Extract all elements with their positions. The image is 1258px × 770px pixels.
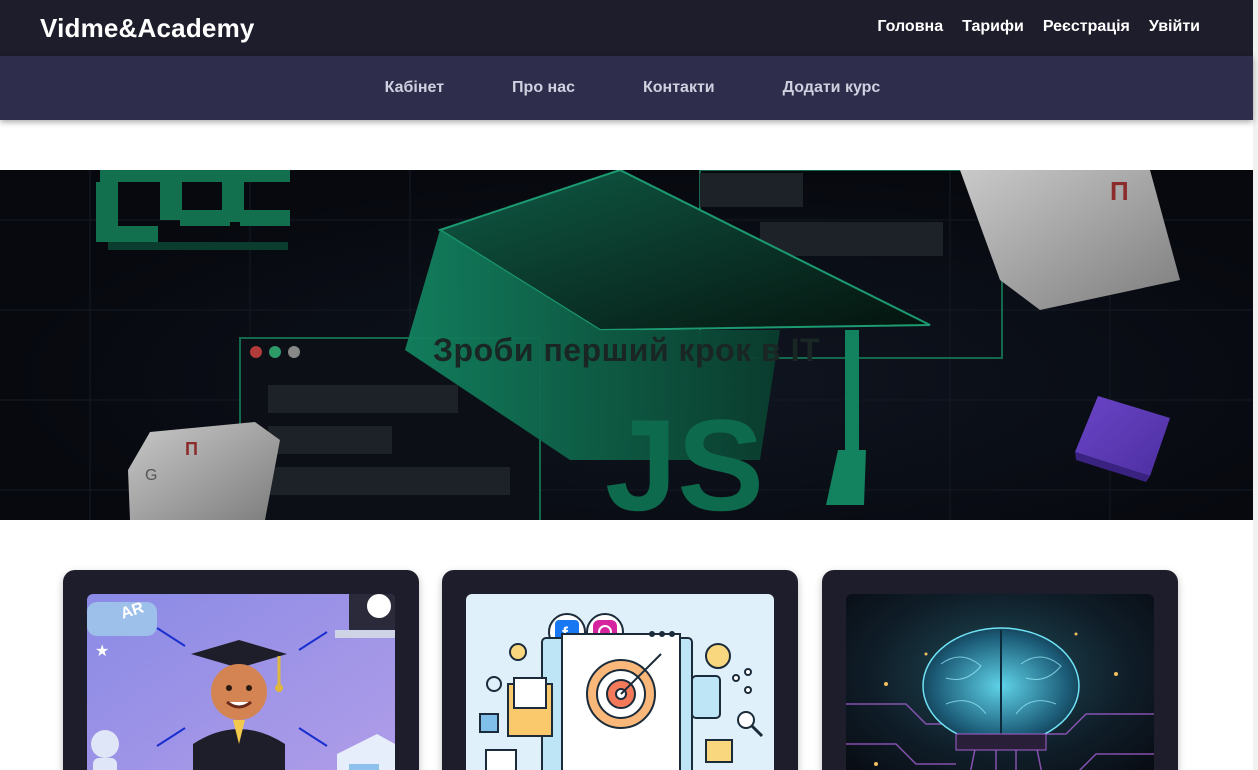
graduate-learning-illustration: AR ★ — [87, 594, 395, 770]
search-icon — [737, 711, 755, 729]
page-scrollbar[interactable] — [1253, 0, 1258, 770]
hero-title: Зроби перший крок в IT — [432, 332, 821, 368]
subnav-contacts-link[interactable]: Контакти — [643, 79, 715, 97]
secondary-nav: Кабінет Про нас Контакти Додати курс — [0, 79, 1253, 97]
svg-text:П: П — [185, 439, 198, 459]
subnav-about-link[interactable]: Про нас — [512, 79, 575, 97]
hero-banner: JS П П G Зроби перший крок в IT — [0, 170, 1253, 520]
css-pixel-logo-icon — [96, 170, 290, 250]
chip-icon — [955, 733, 1047, 751]
course-card[interactable]: AR ★ — [63, 570, 419, 770]
cube-icon — [1075, 396, 1170, 482]
site-logo[interactable]: Vidme&Academy — [40, 13, 255, 44]
robot-icon — [91, 730, 119, 758]
nav-home-link[interactable]: Головна — [877, 18, 943, 36]
smartphone-icon — [691, 675, 721, 719]
svg-text:G: G — [145, 467, 157, 484]
digital-marketing-target-illustration: f — [466, 594, 774, 770]
nav-login-link[interactable]: Увійти — [1149, 18, 1200, 36]
lightbulb-icon — [509, 643, 527, 661]
main-nav: Головна Тарифи Реєстрація Увійти — [877, 18, 1200, 36]
chat-icon — [705, 643, 731, 669]
secondary-navbar: Кабінет Про нас Контакти Додати курс — [0, 56, 1253, 120]
svg-text:★: ★ — [95, 641, 109, 660]
ai-brain-circuit-illustration — [846, 594, 1154, 770]
keyboard-key-icon: П G — [128, 422, 280, 520]
student-avatar-icon — [211, 664, 267, 720]
top-navbar: Vidme&Academy Головна Тарифи Реєстрація … — [0, 0, 1253, 56]
subnav-add-course-link[interactable]: Додати курс — [783, 79, 881, 97]
course-card-image[interactable] — [846, 594, 1154, 770]
subnav-cabinet-link[interactable]: Кабінет — [385, 79, 444, 97]
course-card[interactable]: f — [442, 570, 798, 770]
nav-register-link[interactable]: Реєстрація — [1043, 18, 1130, 36]
video-icon — [705, 739, 733, 763]
keyboard-key-icon: П — [960, 170, 1180, 310]
like-icon — [479, 713, 499, 733]
course-card[interactable] — [822, 570, 1178, 770]
document-icon — [485, 749, 517, 770]
course-card-image[interactable]: AR ★ — [87, 594, 395, 770]
course-card-image[interactable]: f — [466, 594, 774, 770]
svg-text:П: П — [1110, 176, 1129, 206]
nav-pricing-link[interactable]: Тарифи — [962, 18, 1024, 36]
js-text-decor: JS — [605, 392, 764, 520]
